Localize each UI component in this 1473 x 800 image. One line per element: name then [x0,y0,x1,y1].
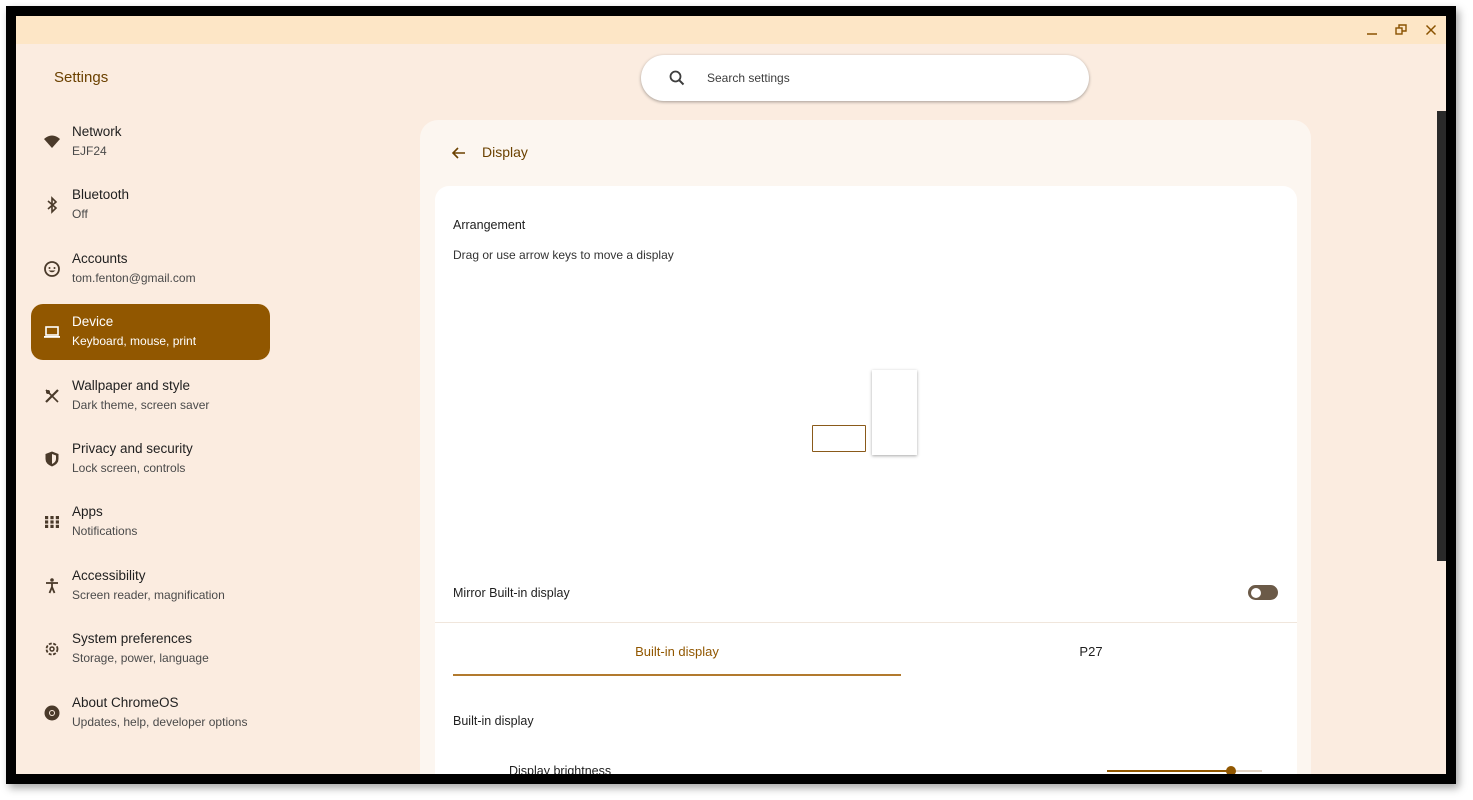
sidebar-item-label: About ChromeOS [72,694,179,710]
palette-icon [43,387,61,405]
toggle-knob [1250,587,1261,598]
tab-p27[interactable]: P27 [867,638,1315,676]
accessibility-icon [43,577,61,595]
apps-grid-icon [43,513,61,531]
sidebar-item-apps[interactable]: Apps Notifications [31,494,270,550]
tab-label: Built-in display [635,644,719,659]
chromeos-icon [43,704,61,722]
sidebar-item-system-preferences[interactable]: System preferences Storage, power, langu… [31,621,270,677]
laptop-icon [43,323,61,341]
built-in-display-title: Built-in display [453,714,534,728]
sidebar-item-sublabel: Screen reader, magnification [72,587,225,602]
display-settings-card: Display Arrangement Drag or use arrow ke… [420,120,1311,774]
sidebar-item-label: Bluetooth [72,187,130,203]
sidebar-item-sublabel: Keyboard, mouse, print [72,334,197,349]
close-icon[interactable] [1421,20,1441,40]
slider-thumb[interactable] [1226,766,1236,774]
search-input[interactable] [707,71,1047,85]
sidebar-item-sublabel: Lock screen, controls [72,460,186,475]
sidebar-item-device[interactable]: Device Keyboard, mouse, print [31,304,270,361]
wifi-icon [43,133,61,151]
account-icon [43,260,61,278]
sidebar: Network EJF24 Bluetooth Off Accounts tom… [31,114,271,748]
sidebar-item-label: Accounts [72,250,128,266]
sidebar-item-sublabel: Dark theme, screen saver [72,397,210,412]
sidebar-item-accessibility[interactable]: Accessibility Screen reader, magnificati… [31,558,270,614]
display-arrangement-builtin[interactable] [812,425,866,452]
sidebar-item-sublabel: tom.fenton@gmail.com [72,270,196,285]
gear-icon [43,640,61,658]
sidebar-item-about-chromeos[interactable]: About ChromeOS Updates, help, developer … [31,685,270,741]
divider [435,622,1297,623]
sidebar-item-label: Network [72,124,122,139]
sidebar-item-sublabel: Notifications [72,524,138,539]
sidebar-item-network[interactable]: Network EJF24 [31,114,270,170]
display-brightness-slider[interactable] [1107,766,1262,774]
app-title: Settings [54,69,109,86]
sidebar-item-label: Apps [72,504,103,520]
sidebar-item-accounts[interactable]: Accounts tom.fenton@gmail.com [31,241,270,297]
display-settings-panel: Arrangement Drag or use arrow keys to mo… [435,186,1297,774]
minimize-icon[interactable] [1362,20,1382,40]
arrangement-title: Arrangement [453,218,526,232]
sidebar-item-wallpaper[interactable]: Wallpaper and style Dark theme, screen s… [31,368,270,424]
sidebar-item-sublabel: Storage, power, language [72,651,209,666]
tab-label: P27 [1079,644,1103,659]
sidebar-item-sublabel: Updates, help, developer options [72,714,248,729]
sidebar-item-label: Privacy and security [72,440,193,456]
display-brightness-label: Display brightness [509,764,612,774]
sidebar-item-label: System preferences [72,631,193,647]
sidebar-item-sublabel: EJF24 [72,144,107,158]
arrangement-description: Drag or use arrow keys to move a display [453,248,674,262]
settings-window: Settings Network EJF24 Bluetooth Off [16,16,1446,774]
back-arrow-icon[interactable] [450,144,468,162]
sidebar-item-label: Accessibility [72,567,146,583]
mirror-display-toggle[interactable] [1248,585,1278,600]
slider-fill [1107,770,1231,772]
sidebar-item-label: Device [72,314,114,330]
tab-built-in-display[interactable]: Built-in display [453,638,901,676]
sidebar-item-bluetooth[interactable]: Bluetooth Off [31,177,270,233]
sidebar-item-sublabel: Off [72,207,88,222]
scrollbar[interactable] [1437,111,1446,561]
page-title: Display [482,144,528,160]
restore-icon[interactable] [1391,20,1411,40]
sidebar-item-label: Wallpaper and style [72,377,191,393]
shield-icon [43,450,61,468]
display-arrangement-p27[interactable] [872,370,917,455]
bluetooth-icon [43,196,61,215]
title-bar [16,16,1446,44]
search-box[interactable] [641,55,1089,101]
search-icon [669,70,685,86]
mirror-display-label: Mirror Built-in display [453,586,570,600]
sidebar-item-privacy[interactable]: Privacy and security Lock screen, contro… [31,431,270,487]
